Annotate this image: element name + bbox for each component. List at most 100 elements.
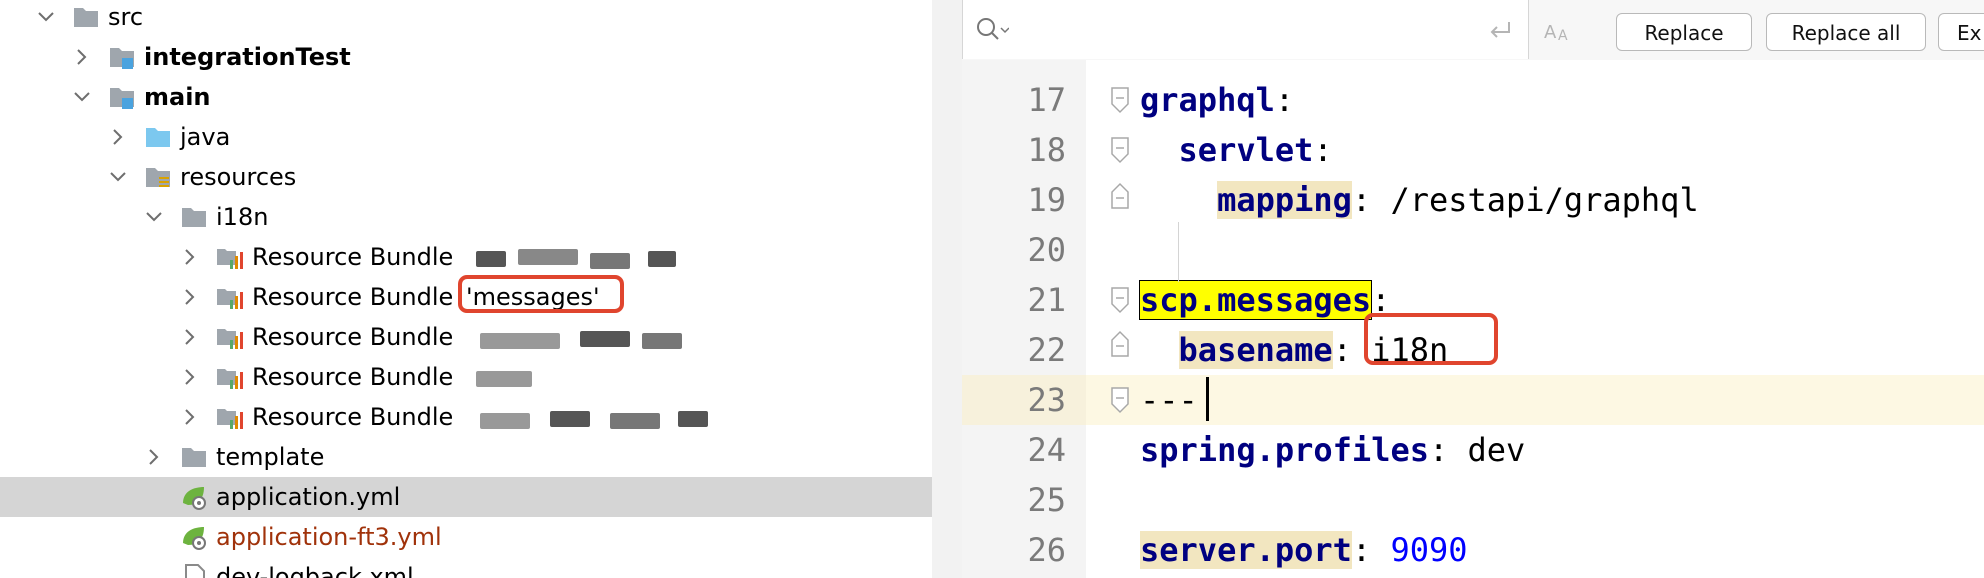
code-line: servlet: (1140, 130, 1333, 170)
folder-icon (180, 203, 208, 231)
code-number: 9090 (1390, 531, 1468, 569)
folder-icon (180, 443, 208, 471)
tree-item-label: application-ft3.yml (216, 523, 442, 551)
tree-item-label: application.yml (216, 483, 401, 511)
line-number: 19 (1027, 181, 1066, 219)
code-text: : (1274, 81, 1295, 119)
source-folder-icon (144, 123, 172, 151)
chevron-right-icon[interactable] (180, 247, 200, 267)
code-key: graphql (1140, 81, 1275, 119)
xml-file-icon (180, 563, 208, 578)
tree-item-label: Resource Bundle (252, 323, 454, 351)
chevron-right-icon[interactable] (180, 327, 200, 347)
resource-bundle-icon (216, 403, 244, 431)
resource-bundle-icon (216, 323, 244, 351)
chevron-down-icon[interactable] (72, 87, 92, 107)
chevron-right-icon[interactable] (180, 367, 200, 387)
line-number: 22 (1027, 331, 1066, 369)
tree-item-dev-logback-xml[interactable]: dev-logback.xml (0, 557, 932, 578)
line-number: 17 (1027, 81, 1066, 119)
code-line: graphql: (1140, 80, 1294, 120)
fold-start-icon[interactable] (1110, 386, 1130, 414)
chevron-right-icon[interactable] (180, 287, 200, 307)
replace-all-button[interactable]: Replace all (1766, 13, 1926, 51)
code-key: mapping (1217, 181, 1352, 219)
replace-button[interactable]: Replace (1616, 13, 1752, 51)
tree-item-label: integrationTest (144, 43, 351, 71)
line-number: 21 (1027, 281, 1066, 319)
tree-item-resource-bundle[interactable]: Resource Bundle (0, 397, 932, 437)
code-key: servlet (1178, 131, 1314, 169)
chevron-right-icon[interactable] (144, 447, 164, 467)
spring-yaml-icon (180, 483, 208, 511)
fold-end-icon[interactable] (1110, 330, 1130, 358)
fold-start-icon[interactable] (1110, 286, 1130, 314)
code-text: : /restapi/graphql (1351, 181, 1699, 219)
tree-item-application-yml[interactable]: application.yml (0, 477, 932, 517)
line-number: 18 (1027, 131, 1066, 169)
tree-item-main[interactable]: main (0, 77, 932, 117)
tree-item-resource-bundle[interactable]: Resource Bundle (0, 317, 932, 357)
tree-item-label: template (216, 443, 325, 471)
tree-item-label: i18n (216, 203, 269, 231)
chevron-down-icon[interactable] (36, 7, 56, 27)
preserve-case-icon[interactable]: AA (1542, 14, 1576, 46)
tree-item-label: src (108, 3, 144, 31)
resource-bundle-icon (216, 363, 244, 391)
code-text: : dev (1428, 431, 1526, 469)
search-box[interactable] (962, 0, 1529, 59)
search-icon[interactable] (975, 16, 1010, 42)
code-key: basename (1178, 331, 1333, 369)
redacted-name (470, 247, 720, 269)
fold-end-icon[interactable] (1110, 182, 1130, 210)
code-line: spring.profiles: dev (1140, 430, 1525, 470)
line-number: 23 (1027, 381, 1066, 419)
code-text: : (1313, 131, 1333, 169)
chevron-right-icon[interactable] (108, 127, 128, 147)
project-tree: src integrationTest main java resources … (0, 0, 932, 578)
new-line-icon[interactable] (1483, 14, 1517, 46)
tree-item-label: Resource Bundle (252, 363, 454, 391)
chevron-right-icon[interactable] (180, 407, 200, 427)
tree-item-application-ft3-yml[interactable]: application-ft3.yml (0, 517, 932, 557)
chevron-down-icon[interactable] (144, 207, 164, 227)
redacted-name (470, 407, 740, 429)
tree-item-java[interactable]: java (0, 117, 932, 157)
code-text: --- (1140, 381, 1198, 419)
panel-splitter[interactable] (932, 0, 962, 578)
folder-icon (72, 3, 100, 31)
module-icon (108, 83, 136, 111)
redacted-name (470, 367, 550, 387)
tree-item-i18n[interactable]: i18n (0, 197, 932, 237)
code-line: scp.messages: (1138, 280, 1390, 320)
tree-item-integrationtest[interactable]: integrationTest (0, 37, 932, 77)
code-editor[interactable]: 17 graphql: 18 servlet: 19 mapping: /restap… (962, 60, 1984, 578)
tree-item-label: java (180, 123, 231, 151)
tree-item-label: Resource Bundle (252, 403, 454, 431)
code-line: --- (1140, 380, 1198, 420)
tree-item-template[interactable]: template (0, 437, 932, 477)
line-number: 20 (1027, 231, 1066, 269)
exclude-button[interactable]: Ex (1938, 13, 1984, 51)
tree-item-resources[interactable]: resources (0, 157, 932, 197)
test-module-icon (108, 43, 136, 71)
fold-start-icon[interactable] (1110, 86, 1130, 114)
tree-item-label: resources (180, 163, 297, 191)
fold-start-icon[interactable] (1110, 136, 1130, 164)
indent-guide (1178, 222, 1179, 282)
resource-bundle-icon (216, 243, 244, 271)
tree-item-label: main (144, 83, 211, 111)
search-input[interactable] (1017, 12, 1441, 48)
tree-item-resource-bundle[interactable]: Resource Bundle (0, 237, 932, 277)
chevron-down-icon[interactable] (108, 167, 128, 187)
line-number: 25 (1027, 481, 1066, 519)
tree-item-src[interactable]: src (0, 0, 932, 37)
code-text: : (1351, 531, 1391, 569)
code-key: scp.messages (1138, 280, 1373, 320)
tree-item-resource-bundle[interactable]: Resource Bundle (0, 357, 932, 397)
line-number: 26 (1027, 531, 1066, 569)
chevron-right-icon[interactable] (72, 47, 92, 67)
svg-text:A: A (1544, 22, 1557, 43)
